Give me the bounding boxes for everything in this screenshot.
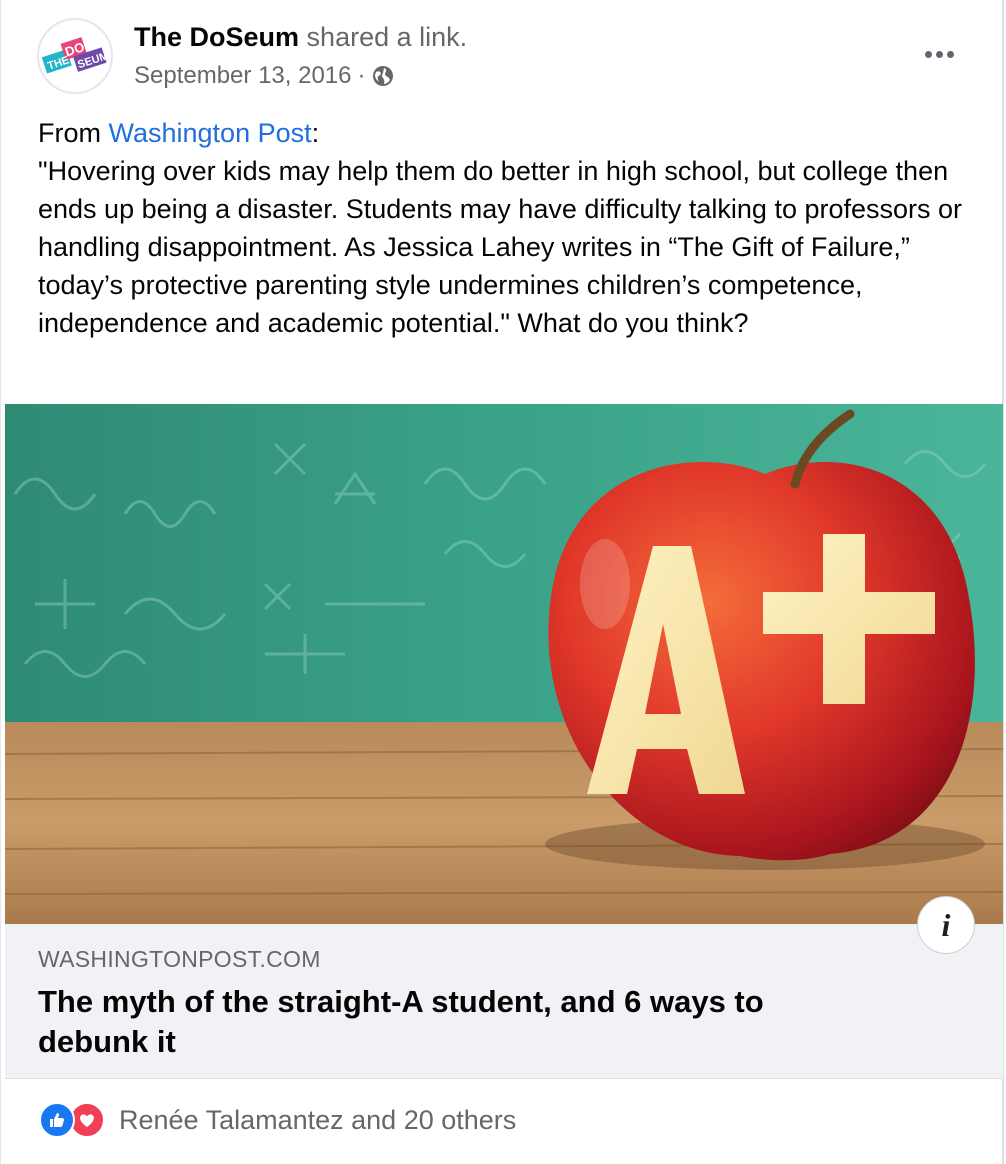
post-card: THE DO SEUM The DoSeum shared a link. Se… (0, 0, 1004, 1164)
source-prefix: From (38, 118, 109, 148)
more-dot-icon (924, 50, 932, 58)
post-action-text: shared a link. (306, 22, 468, 52)
post-source-line: From Washington Post: (38, 114, 978, 152)
post-body: From Washington Post: "Hovering over kid… (38, 114, 978, 342)
link-preview-image[interactable] (5, 404, 1003, 924)
doseum-logo-icon: THE DO SEUM (41, 37, 110, 74)
meta-separator: · (357, 62, 366, 89)
more-dot-icon (946, 50, 954, 58)
post-header-title: The DoSeum shared a link. (134, 22, 467, 53)
globe-icon[interactable] (372, 65, 394, 87)
more-options-button[interactable] (917, 40, 961, 68)
reaction-summary-text: Renée Talamantez and 20 others (119, 1104, 517, 1135)
post-quote: "Hovering over kids may help them do bet… (38, 156, 963, 338)
page-avatar[interactable]: THE DO SEUM (37, 18, 113, 94)
more-dot-icon (935, 50, 943, 58)
page-name-link[interactable]: The DoSeum (134, 22, 299, 52)
like-icon (39, 1102, 75, 1138)
apple-a-plus-image (5, 404, 1003, 924)
source-suffix: : (311, 118, 320, 148)
link-headline[interactable]: The myth of the straight-A student, and … (38, 982, 878, 1062)
link-preview-meta[interactable]: WASHINGTONPOST.COM The myth of the strai… (5, 924, 1003, 1079)
source-link[interactable]: Washington Post (109, 118, 312, 148)
post-meta: September 13, 2016 · (134, 62, 394, 90)
link-domain: WASHINGTONPOST.COM (38, 946, 321, 972)
reaction-summary[interactable]: Renée Talamantez and 20 others (39, 1102, 516, 1138)
post-date[interactable]: September 13, 2016 (134, 62, 352, 90)
info-icon[interactable]: i (917, 896, 975, 954)
